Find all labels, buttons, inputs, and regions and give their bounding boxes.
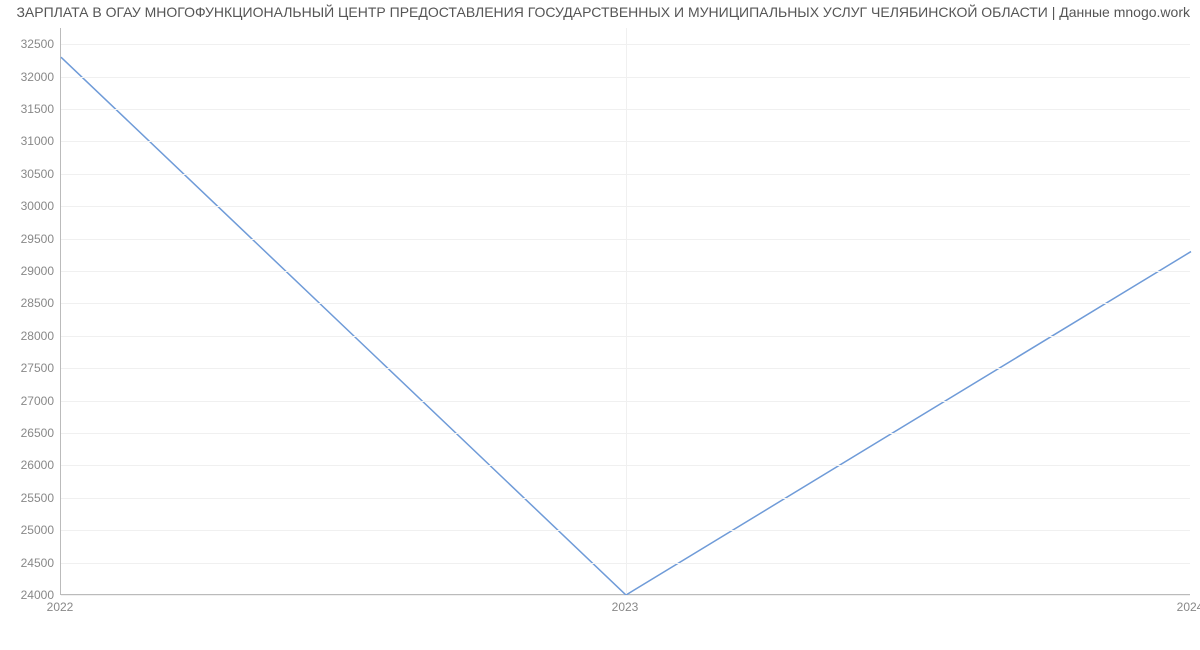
y-tick-label: 27500: [4, 361, 54, 375]
y-tick-label: 30000: [4, 199, 54, 213]
chart-title: ЗАРПЛАТА В ОГАУ МНОГОФУНКЦИОНАЛЬНЫЙ ЦЕНТ…: [10, 4, 1190, 20]
y-tick-label: 32000: [4, 70, 54, 84]
x-tick-label: 2023: [612, 600, 639, 614]
y-tick-label: 25500: [4, 491, 54, 505]
y-tick-label: 32500: [4, 37, 54, 51]
x-tick-label: 2024: [1177, 600, 1200, 614]
vgrid-line: [626, 28, 627, 594]
y-tick-label: 30500: [4, 167, 54, 181]
y-tick-label: 26500: [4, 426, 54, 440]
hgrid-line: [61, 595, 1190, 596]
x-tick-label: 2022: [47, 600, 74, 614]
y-tick-label: 24500: [4, 556, 54, 570]
y-tick-label: 28500: [4, 296, 54, 310]
y-tick-label: 28000: [4, 329, 54, 343]
y-tick-label: 31000: [4, 134, 54, 148]
y-tick-label: 25000: [4, 523, 54, 537]
y-tick-label: 29500: [4, 232, 54, 246]
y-tick-label: 27000: [4, 394, 54, 408]
plot-area: [60, 28, 1190, 595]
chart-container: ЗАРПЛАТА В ОГАУ МНОГОФУНКЦИОНАЛЬНЫЙ ЦЕНТ…: [0, 0, 1200, 650]
y-tick-label: 31500: [4, 102, 54, 116]
y-tick-label: 29000: [4, 264, 54, 278]
y-tick-label: 26000: [4, 458, 54, 472]
